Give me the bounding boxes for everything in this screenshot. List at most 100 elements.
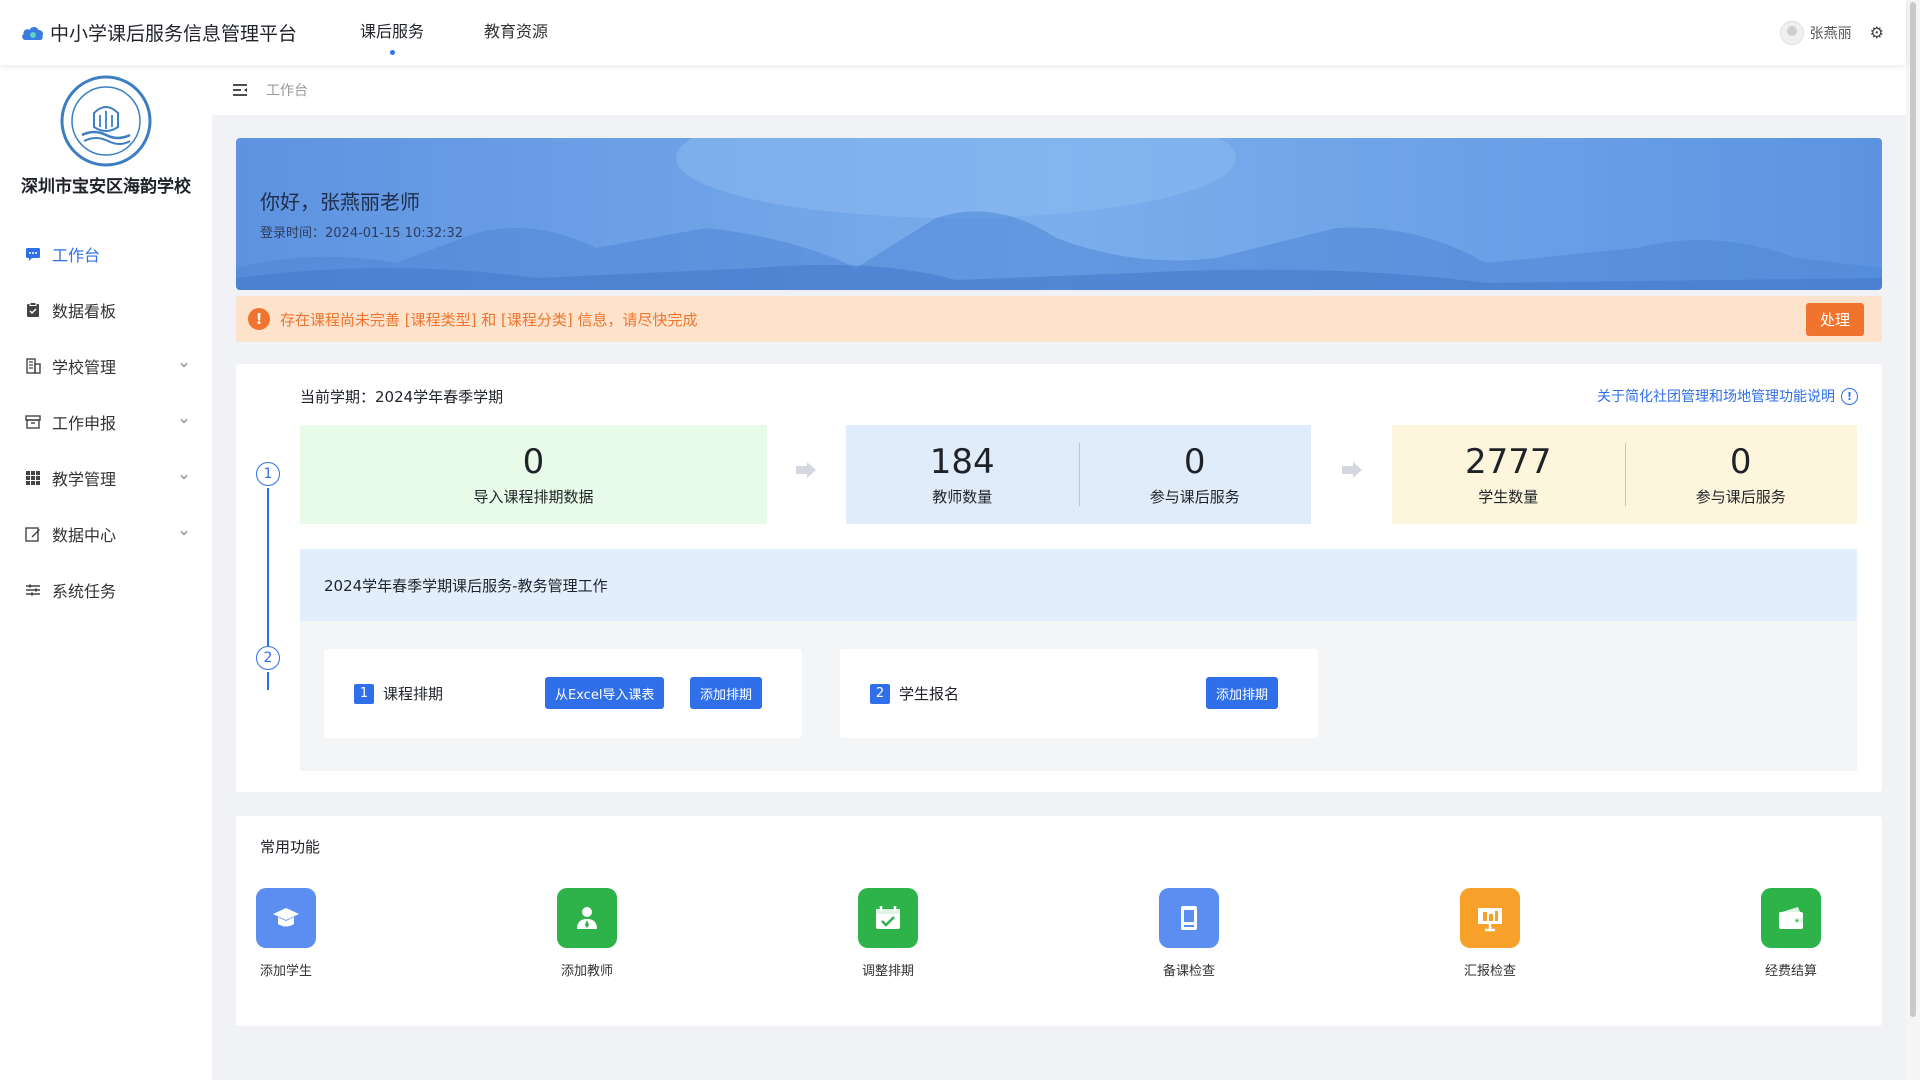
lesson-check-shortcut[interactable]: 备课检查 xyxy=(1139,888,1239,979)
gear-icon[interactable]: ⚙ xyxy=(1870,23,1884,42)
school-emblem-icon xyxy=(60,75,152,167)
sidebar-item-label: 工作台 xyxy=(52,246,101,265)
building-icon xyxy=(26,358,41,374)
stat-cell: 0 参与课后服务 xyxy=(1624,425,1858,524)
sidebar-item-label: 数据看板 xyxy=(52,302,117,321)
task-number: 1 xyxy=(354,683,374,704)
calendar-check-icon xyxy=(858,888,918,948)
stat-value: 0 xyxy=(522,442,545,482)
chevron-down-icon xyxy=(180,363,188,368)
grid-icon xyxy=(26,471,40,485)
stat-label: 参与课后服务 xyxy=(1695,488,1786,506)
sidebar-item-label: 工作申报 xyxy=(52,414,117,433)
step-connector xyxy=(267,672,269,690)
import-excel-button[interactable]: 从Excel导入课表 xyxy=(545,677,665,709)
breadcrumb[interactable]: 工作台 xyxy=(266,80,308,100)
sidebar-item-workbench[interactable]: 工作台 xyxy=(0,226,212,282)
menu-collapse-icon[interactable] xyxy=(230,80,250,100)
sidebar-item-label: 学校管理 xyxy=(52,358,117,377)
task-card-enrollment: 2 学生报名 添加排期 xyxy=(840,649,1318,738)
chevron-down-icon xyxy=(180,419,188,424)
sidebar-item-label: 系统任务 xyxy=(52,582,117,601)
stat-label: 导入课程排期数据 xyxy=(473,488,594,506)
adjust-schedule-shortcut[interactable]: 调整排期 xyxy=(838,888,938,979)
task-card-schedule: 1 课程排期 从Excel导入课表 添加排期 xyxy=(324,649,802,738)
shortcut-label: 汇报检查 xyxy=(1463,964,1516,979)
section-title: 常用功能 xyxy=(260,838,321,856)
graduation-cap-icon xyxy=(256,888,316,948)
login-time: 登录时间：2024-01-15 10:32:32 xyxy=(260,226,464,241)
add-schedule-button[interactable]: 添加排期 xyxy=(1206,677,1279,709)
breadcrumb-bar: 工作台 xyxy=(212,65,1906,115)
help-link[interactable]: 关于简化社团管理和场地管理功能说明 ! xyxy=(1597,386,1858,406)
sidebar-item-label: 教学管理 xyxy=(52,470,117,489)
exclamation-icon: ! xyxy=(248,308,270,330)
expense-settlement-shortcut[interactable]: 经费结算 xyxy=(1741,888,1841,979)
add-schedule-button[interactable]: 添加排期 xyxy=(690,677,763,709)
topnav-after-school-service[interactable]: 课后服务 xyxy=(330,0,454,65)
stat-value: 2777 xyxy=(1464,442,1552,482)
stat-cell: 184 教师数量 xyxy=(846,425,1079,524)
handle-button[interactable]: 处理 xyxy=(1805,303,1864,336)
sliders-icon xyxy=(26,584,40,596)
top-bar: 中小学课后服务信息管理平台 课后服务 教育资源 张燕丽 ⚙ xyxy=(0,0,1906,65)
import-stat-box[interactable]: 0 导入课程排期数据 xyxy=(300,425,767,524)
top-nav: 课后服务 教育资源 xyxy=(330,0,578,65)
teacher-stat-box[interactable]: 184 教师数量 0 参与课后服务 xyxy=(846,425,1311,524)
task-title: 课程排期 xyxy=(383,685,444,703)
scrollbar-thumb[interactable] xyxy=(1910,2,1916,1017)
arrow-right-icon xyxy=(796,462,816,478)
stat-label: 参与课后服务 xyxy=(1149,488,1240,506)
clipboard-icon xyxy=(27,302,39,317)
sidebar-item-school-management[interactable]: 学校管理 xyxy=(0,338,212,394)
chevron-down-icon xyxy=(180,531,188,536)
cloud-logo-icon xyxy=(22,26,44,40)
info-icon: ! xyxy=(1841,387,1858,405)
chat-icon xyxy=(26,248,40,261)
sidebar-item-label: 数据中心 xyxy=(52,526,117,545)
semester-card: 当前学期：2024学年春季学期 关于简化社团管理和场地管理功能说明 ! 1 2 … xyxy=(236,364,1882,792)
student-stat-box[interactable]: 2777 学生数量 0 参与课后服务 xyxy=(1392,425,1857,524)
topnav-education-resources[interactable]: 教育资源 xyxy=(454,0,578,65)
report-check-shortcut[interactable]: 汇报检查 xyxy=(1440,888,1540,979)
sidebar-item-teaching-management[interactable]: 教学管理 xyxy=(0,450,212,506)
main-content: 你好，张燕丽老师 登录时间：2024-01-15 10:32:32 ! 存在课程… xyxy=(236,138,1882,1026)
stat-value: 0 xyxy=(1729,442,1752,482)
stat-label: 教师数量 xyxy=(932,488,993,506)
greeting-text: 你好，张燕丽老师 xyxy=(260,190,420,214)
step-connector xyxy=(267,488,269,646)
teacher-icon xyxy=(557,888,617,948)
user-menu[interactable]: 张燕丽 xyxy=(1779,20,1852,45)
stat-value: 184 xyxy=(929,442,995,482)
shortcut-label: 备课检查 xyxy=(1162,964,1215,979)
top-right-actions: 张燕丽 ⚙ xyxy=(1779,0,1884,65)
stat-value: 0 xyxy=(1183,442,1206,482)
avatar xyxy=(1779,20,1804,45)
vertical-scrollbar[interactable] xyxy=(1906,0,1920,1080)
sidebar: 深圳市宝安区海韵学校 工作台 数据看板 学校管理 工作申报 教学管理 数据中心 xyxy=(0,65,212,1080)
sidebar-item-data-center[interactable]: 数据中心 xyxy=(0,506,212,562)
brand[interactable]: 中小学课后服务信息管理平台 xyxy=(20,19,330,46)
step-marker: 1 xyxy=(256,462,280,486)
shortcut-label: 调整排期 xyxy=(861,964,914,979)
mountain-decoration-icon xyxy=(236,138,1882,290)
step-marker: 2 xyxy=(256,646,280,670)
shortcut-label: 经费结算 xyxy=(1764,964,1817,979)
app-title: 中小学课后服务信息管理平台 xyxy=(50,23,298,45)
warning-alert: ! 存在课程尚未完善 [课程类型] 和 [课程分类] 信息，请尽快完成 处理 xyxy=(236,296,1882,342)
stat-cell: 2777 学生数量 xyxy=(1392,425,1625,524)
sidebar-item-system-tasks[interactable]: 系统任务 xyxy=(0,562,212,618)
wallet-icon xyxy=(1761,888,1821,948)
add-teacher-shortcut[interactable]: 添加教师 xyxy=(537,888,637,979)
edit-icon xyxy=(25,527,40,542)
task-header: 2024学年春季学期课后服务-教务管理工作 xyxy=(300,549,1857,621)
sidebar-menu: 工作台 数据看板 学校管理 工作申报 教学管理 数据中心 系统任务 xyxy=(0,226,212,618)
shortcut-label: 添加学生 xyxy=(259,964,312,979)
divider xyxy=(1624,443,1626,506)
sidebar-item-dashboard[interactable]: 数据看板 xyxy=(0,282,212,338)
user-name: 张燕丽 xyxy=(1809,25,1852,42)
sidebar-item-work-declaration[interactable]: 工作申报 xyxy=(0,394,212,450)
task-title: 学生报名 xyxy=(899,685,960,703)
add-student-shortcut[interactable]: 添加学生 xyxy=(236,888,336,979)
presentation-icon xyxy=(1460,888,1520,948)
